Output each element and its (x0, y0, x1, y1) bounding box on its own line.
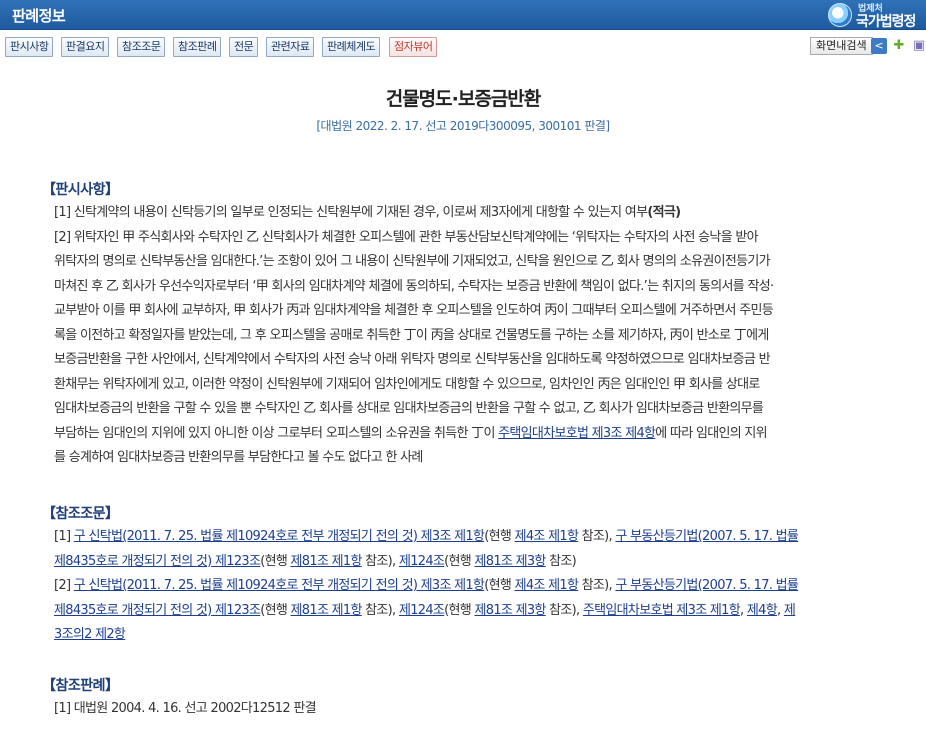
ref-text: (현행 (484, 529, 515, 544)
precedent-item-1: [1] 대법원 2004. 4. 16. 선고 2002다12512 판결 (54, 701, 317, 716)
ref-text: 참조), (361, 553, 399, 569)
ref-text: (현행 (484, 578, 515, 593)
statute-link[interactable]: 제4조 제1항 (515, 578, 579, 593)
braille-viewer-button[interactable]: 점자뷰어 (389, 37, 438, 57)
ref-text: 참조), (578, 578, 616, 593)
ref-text: 참조) (545, 553, 577, 569)
document-citation: [대법원 2022. 2. 17. 선고 2019다300095, 300101… (316, 119, 610, 133)
statute-link[interactable]: 제124조 (399, 603, 445, 618)
section-heading: 【판시사항】 (42, 182, 119, 198)
section-holding: 【판시사항】 [1] 신탁계약의 내용이 신탁등기의 일부로 인정되는 신탁원부… (42, 179, 882, 471)
tab-full-text[interactable]: 전문 (229, 37, 259, 57)
section-heading: 【참조조문】 (42, 506, 119, 522)
section-heading: 【참조판례】 (42, 678, 119, 694)
holding-item-2-line: 를 승계하여 임대차보증금 반환의무를 부담한다고 볼 수도 없다고 한 사례 (54, 450, 423, 465)
ref-item-2: [2] 구 신탁법(2011. 7. 25. 법률 제10924호로 전부 개정… (42, 574, 882, 599)
holding-item-2-line: [2] 위탁자인 甲 주식회사와 수탁자인 乙 신탁회사가 체결한 오피스텔에 … (54, 229, 759, 245)
toolbar: 판시사항 판결요지 참조조문 참조판례 전문 관련자료 판례체계도 점자뷰어 화… (0, 30, 926, 62)
holding-item-2-line: 환채무는 위탁자에게 있고, 이러한 약정이 신탁원부에 기재되어 임차인에게도… (54, 376, 760, 392)
ref-item-1: [1] 구 신탁법(2011. 7. 25. 법률 제10924호로 전부 개정… (42, 525, 882, 550)
holding-item-2-line: 마쳐진 후 乙 회사가 우선수익자로부터 ‘甲 회사의 임대차계약 체결에 동의… (54, 278, 774, 294)
moleg-emblem-icon (828, 3, 852, 27)
statute-link[interactable]: 구 부동산등기법(2007. 5. 17. 법률 (615, 529, 798, 544)
moleg-logo[interactable]: 법제처 국가법령정 (826, 0, 926, 30)
statute-link[interactable]: 제81조 제1항 (291, 554, 363, 569)
tab-ref-precedents[interactable]: 참조판례 (173, 37, 222, 57)
page-header-title: 판례정보 (12, 7, 66, 25)
ref-text: 참조), (578, 529, 616, 544)
statute-link[interactable]: 제81조 제3항 (475, 603, 547, 618)
ref-text: (현행 (260, 553, 291, 569)
share-icon[interactable]: < (871, 38, 887, 54)
document-title: 건물명도·보증금반환 (385, 88, 542, 110)
tab-holding[interactable]: 판시사항 (5, 37, 54, 57)
statute-link[interactable]: 3조의2 제2항 (54, 627, 126, 642)
item-number: [1] (54, 529, 74, 544)
logo-site-name: 국가법령정 (856, 14, 916, 30)
tab-summary[interactable]: 판결요지 (61, 37, 110, 57)
holding-item-1-text: [1] 신탁계약의 내용이 신탁등기의 일부로 인정되는 신탁원부에 기재된 경… (54, 205, 648, 220)
bookmark-add-icon[interactable]: ✚ (891, 38, 907, 54)
tab-case-hierarchy[interactable]: 판례체계도 (322, 37, 381, 57)
top-bar: 판례정보 법제처 국가법령정 (0, 0, 926, 30)
statute-link[interactable]: 구 신탁법(2011. 7. 25. 법률 제10924호로 전부 개정되기 전… (74, 529, 485, 544)
holding-item-1-answer: (적극) (647, 205, 681, 220)
ref-text: , (777, 602, 784, 618)
ref-text: (현행 (444, 602, 475, 618)
ref-text: (현행 (444, 553, 475, 569)
statute-link[interactable]: 제81조 제3항 (475, 554, 547, 569)
section-ref-statutes: 【참조조문】 [1] 구 신탁법(2011. 7. 25. 법률 제10924호… (42, 503, 882, 648)
ref-item-2-cont: 3조의2 제2항 (42, 623, 882, 648)
holding-item-2-line: 임대차보증금의 반환을 구할 수 있을 뿐 수탁자인 乙 회사를 상대로 임대차… (54, 401, 764, 416)
line-text: 에 따라 임대인의 지위 (655, 425, 767, 441)
statute-link[interactable]: 제81조 제1항 (291, 603, 363, 618)
in-page-search-button[interactable]: 화면내검색 (810, 37, 873, 55)
statute-link[interactable]: 제124조 (399, 554, 445, 569)
statute-link[interactable]: 구 신탁법(2011. 7. 25. 법률 제10924호로 전부 개정되기 전… (74, 578, 485, 593)
ref-item-1-cont: 제8435호로 개정되기 전의 것) 제123조(현행 제81조 제1항 참조)… (42, 550, 882, 575)
holding-item-1: [1] 신탁계약의 내용이 신탁등기의 일부로 인정되는 신탁원부에 기재된 경… (42, 201, 882, 226)
tab-related-materials[interactable]: 관련자료 (266, 37, 315, 57)
statute-link[interactable]: 주택임대차보호법 제3조 제4항 (498, 426, 656, 441)
statute-link[interactable]: 주택임대차보호법 제3조 제1항 (583, 603, 741, 618)
ref-text: (현행 (260, 602, 291, 618)
holding-item-2-line: 보증금반환을 구한 사안에서, 신탁계약에서 수탁자의 사전 승낙 아래 위탁자… (54, 352, 771, 367)
holding-item-2-line: 교부받아 이를 甲 회사에 교부하자, 甲 회사가 丙과 임대차계약을 체결한 … (54, 303, 774, 318)
section-ref-precedents: 【참조판례】 [1] 대법원 2004. 4. 16. 선고 2002다1251… (42, 675, 882, 722)
line-text: 부담하는 임대인의 지위에 있지 아니한 이상 그로부터 오피스텔의 소유권을 … (54, 425, 499, 441)
ref-text: 참조), (361, 602, 399, 618)
ref-text: 참조), (545, 602, 583, 618)
holding-item-2-line: 록을 이전하고 확정일자를 받았는데, 그 후 오피스텔을 공매로 취득한 丁이… (54, 327, 769, 343)
item-number: [2] (54, 578, 74, 593)
holding-item-2-line: 위탁자의 명의로 신탁부동산을 임대한다.’는 조항이 있어 그 내용이 신탁원… (54, 254, 771, 269)
holding-item-2-line: 부담하는 임대인의 지위에 있지 아니한 이상 그로부터 오피스텔의 소유권을 … (42, 422, 882, 447)
statute-link[interactable]: 제4항 (747, 603, 778, 618)
save-icon[interactable]: ▣ (911, 38, 926, 54)
statute-link[interactable]: 제8435호로 개정되기 전의 것) 제123조 (54, 603, 261, 618)
ref-item-2-cont: 제8435호로 개정되기 전의 것) 제123조(현행 제81조 제1항 참조)… (42, 599, 882, 624)
statute-link[interactable]: 제 (784, 603, 796, 618)
tab-ref-statutes[interactable]: 참조조문 (117, 37, 166, 57)
statute-link[interactable]: 제4조 제1항 (515, 529, 579, 544)
ref-text: , (740, 602, 747, 618)
statute-link[interactable]: 제8435호로 개정되기 전의 것) 제123조 (54, 554, 261, 569)
statute-link[interactable]: 구 부동산등기법(2007. 5. 17. 법률 (615, 578, 798, 593)
